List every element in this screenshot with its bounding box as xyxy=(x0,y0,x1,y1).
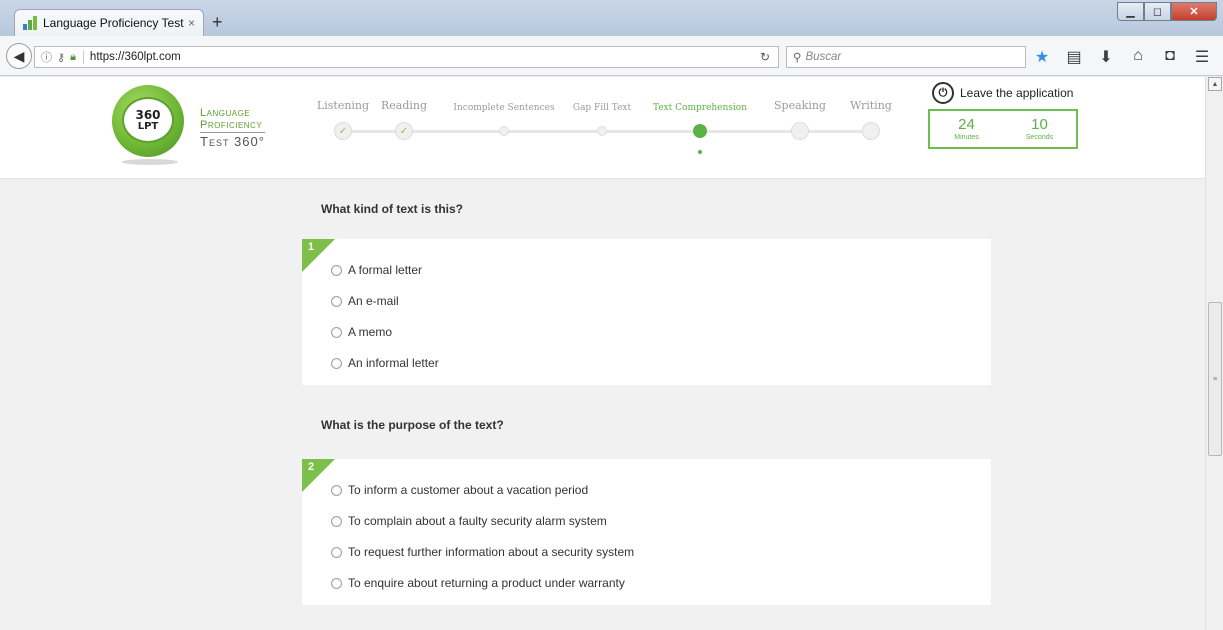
search-input[interactable]: ⚲ Buscar xyxy=(786,46,1026,68)
radio-button[interactable] xyxy=(331,326,342,338)
countdown-timer: 24 Minutes 10 Seconds xyxy=(928,109,1078,149)
question-number: 1 xyxy=(308,241,315,253)
leave-label[interactable]: Leave the application xyxy=(960,86,1073,100)
maximize-button[interactable]: ◻ xyxy=(1144,2,1171,21)
step-label-incomplete-sentences: Incomplete Sentences xyxy=(453,103,555,113)
navigation-toolbar: ◀ ⓘ ⚷ 🔒︎ https://360lpt.com ↻ ⚲ Buscar ★… xyxy=(0,36,1223,76)
pocket-icon[interactable]: ◘ xyxy=(1160,47,1180,67)
answer-option[interactable]: To inform a customer about a vacation pe… xyxy=(331,483,588,497)
question-2-text: What is the purpose of the text? xyxy=(321,418,504,432)
option-label[interactable]: An e-mail xyxy=(348,294,399,308)
radio-button[interactable] xyxy=(331,577,342,589)
option-label[interactable]: A formal letter xyxy=(348,263,422,277)
star-icon[interactable]: ★ xyxy=(1032,47,1052,67)
key-icon: ⚷ xyxy=(57,51,66,64)
vertical-scrollbar[interactable]: ▲ ≡ xyxy=(1205,77,1223,630)
option-label[interactable]: To inform a customer about a vacation pe… xyxy=(348,483,588,497)
window-titlebar: Language Proficiency Test ... × + ▁ ◻ ✕ xyxy=(0,0,1223,36)
answer-option[interactable]: An informal letter xyxy=(331,356,439,370)
tab-title: Language Proficiency Test ... xyxy=(43,16,184,30)
logo-badge: 360 LPT xyxy=(122,97,174,143)
close-window-button[interactable]: ✕ xyxy=(1171,2,1217,21)
option-label[interactable]: To complain about a faulty security alar… xyxy=(348,514,607,528)
timer-seconds: 10 Seconds xyxy=(1003,111,1076,147)
site-favicon-icon xyxy=(23,16,37,30)
step-dot-speaking xyxy=(791,122,809,140)
question-number: 2 xyxy=(308,461,315,473)
back-button[interactable]: ◀ xyxy=(6,43,32,69)
option-label[interactable]: A memo xyxy=(348,325,392,339)
minimize-button[interactable]: ▁ xyxy=(1117,2,1144,21)
leave-application-button[interactable]: ⏻ Leave the application xyxy=(932,82,1073,104)
search-placeholder: Buscar xyxy=(805,51,842,63)
radio-button[interactable] xyxy=(331,515,342,527)
step-label-reading: Reading xyxy=(380,99,428,112)
answer-option[interactable]: To request further information about a s… xyxy=(331,545,634,559)
info-icon[interactable]: ⓘ xyxy=(41,49,52,65)
progress-steps: Listening Reading Incomplete Sentences G… xyxy=(300,77,900,177)
address-bar[interactable]: ⓘ ⚷ 🔒︎ https://360lpt.com ↻ xyxy=(34,46,779,68)
scroll-up-arrow-icon[interactable]: ▲ xyxy=(1208,77,1222,91)
answer-option[interactable]: To complain about a faulty security alar… xyxy=(331,514,607,528)
power-icon[interactable]: ⏻ xyxy=(932,82,954,104)
download-icon[interactable]: ⬇ xyxy=(1096,47,1116,67)
answer-option[interactable]: A formal letter xyxy=(331,263,422,277)
current-step-marker xyxy=(698,150,702,154)
logo-line-3: Test 360° xyxy=(200,134,265,149)
option-label[interactable]: An informal letter xyxy=(348,356,439,370)
answer-option[interactable]: A memo xyxy=(331,325,392,339)
browser-tab[interactable]: Language Proficiency Test ... × xyxy=(14,9,204,36)
logo-number: 360 xyxy=(135,107,161,122)
reading-list-icon[interactable]: ▤ xyxy=(1064,47,1084,67)
step-label-listening: Listening xyxy=(316,99,370,112)
logo-line-2: Proficiency xyxy=(200,119,265,133)
step-dot-incomplete-sentences xyxy=(499,126,509,136)
radio-button[interactable] xyxy=(331,295,342,307)
question-1-text: What kind of text is this? xyxy=(321,202,464,216)
search-icon: ⚲ xyxy=(793,52,802,64)
answer-option[interactable]: To enquire about returning a product und… xyxy=(331,576,625,590)
step-dot-writing xyxy=(862,122,880,140)
lock-icon: 🔒︎ xyxy=(70,50,76,63)
window-controls: ▁ ◻ ✕ xyxy=(1117,2,1217,21)
toolbar-icons: ★ ▤ ⬇ ⌂ ◘ ☰ xyxy=(1032,47,1212,67)
radio-button[interactable] xyxy=(331,484,342,496)
logo-shadow xyxy=(122,159,178,165)
timer-minutes-value: 24 xyxy=(958,116,975,133)
answer-option[interactable]: An e-mail xyxy=(331,294,399,308)
question-2-card: 2 To inform a customer about a vacation … xyxy=(302,459,991,605)
url-text[interactable]: https://360lpt.com xyxy=(90,51,181,63)
step-label-gap-fill-text: Gap Fill Text xyxy=(572,103,632,113)
step-label-writing: Writing xyxy=(850,99,892,112)
home-icon[interactable]: ⌂ xyxy=(1128,47,1148,67)
option-label[interactable]: To request further information about a s… xyxy=(348,545,634,559)
page-viewport: 360 LPT Language Proficiency Test 360° L… xyxy=(0,77,1205,630)
step-label-speaking: Speaking xyxy=(774,99,826,112)
question-1-card: 1 A formal letter An e-mail A memo An in… xyxy=(302,239,991,385)
step-dot-reading-check-icon: ✓ xyxy=(395,122,413,140)
lpt-logo: 360 LPT Language Proficiency Test 360° xyxy=(112,85,282,167)
timer-minutes: 24 Minutes xyxy=(930,111,1003,147)
radio-button[interactable] xyxy=(331,264,342,276)
step-dot-text-comprehension xyxy=(693,124,707,138)
reload-icon[interactable]: ↻ xyxy=(760,50,770,64)
separator xyxy=(82,50,84,64)
menu-icon[interactable]: ☰ xyxy=(1192,47,1212,67)
tab-close-icon[interactable]: × xyxy=(188,16,195,30)
timer-minutes-label: Minutes xyxy=(954,134,979,141)
timer-seconds-label: Seconds xyxy=(1025,134,1054,141)
page-header: 360 LPT Language Proficiency Test 360° L… xyxy=(0,77,1205,179)
new-tab-button[interactable]: + xyxy=(212,12,223,32)
logo-line-1: Language xyxy=(200,107,251,119)
scrollbar-thumb[interactable]: ≡ xyxy=(1208,302,1222,456)
step-dot-listening-check-icon: ✓ xyxy=(334,122,352,140)
step-label-text-comprehension: Text Comprehension xyxy=(652,103,748,113)
logo-wordmark: Language Proficiency Test 360° xyxy=(200,107,265,148)
logo-abbr: LPT xyxy=(137,120,159,132)
option-label[interactable]: To enquire about returning a product und… xyxy=(348,576,625,590)
timer-seconds-value: 10 xyxy=(1031,116,1048,133)
radio-button[interactable] xyxy=(331,546,342,558)
step-dot-gap-fill-text xyxy=(597,126,607,136)
radio-button[interactable] xyxy=(331,357,342,369)
